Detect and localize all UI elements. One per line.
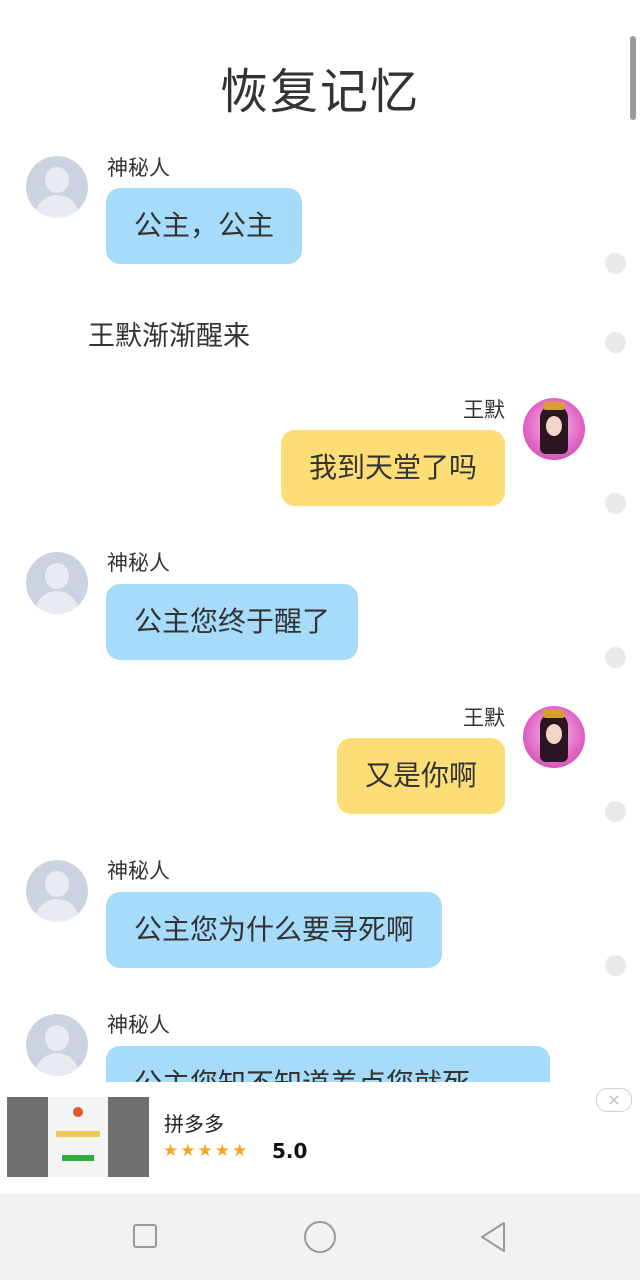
star-rating-icon: ★★★★★ xyxy=(163,1141,250,1161)
speaker-name: 神秘人 xyxy=(107,1013,170,1037)
message-bubble: 我到天堂了吗 xyxy=(280,430,505,506)
narration-text: 王默渐渐醒来 xyxy=(88,321,250,352)
speaker-name: 神秘人 xyxy=(107,551,170,575)
speaker-name: 王默 xyxy=(463,706,505,730)
avatar[interactable] xyxy=(26,860,88,922)
page-title: 恢复记忆 xyxy=(219,64,420,120)
avatar[interactable] xyxy=(523,706,585,768)
action-dot[interactable] xyxy=(605,253,626,274)
message-bubble: 公主您终于醒了 xyxy=(106,584,359,660)
speaker-name: 神秘人 xyxy=(107,156,170,180)
ad-banner[interactable]: 广告 xyxy=(0,1082,640,1194)
action-dot[interactable] xyxy=(605,493,626,514)
chat-area: 恢复记忆 神秘人 公主，公主 王默渐渐醒来 王默 我到天堂了吗 神秘人 公主您终… xyxy=(0,0,640,1082)
speaker-name: 王默 xyxy=(463,398,505,422)
close-icon[interactable]: × xyxy=(596,1088,632,1112)
avatar[interactable] xyxy=(26,156,88,218)
home-icon[interactable] xyxy=(304,1221,336,1253)
message-bubble: 又是你啊 xyxy=(336,738,505,814)
ad-rating: 5.0 xyxy=(272,1139,308,1163)
action-dot[interactable] xyxy=(605,647,626,668)
scrollbar[interactable] xyxy=(630,36,636,120)
message-bubble: 公主您知不知道差点您就死 xyxy=(106,1046,550,1082)
avatar[interactable] xyxy=(26,552,88,614)
back-icon[interactable] xyxy=(478,1220,508,1254)
ad-app-name[interactable]: 拼多多 xyxy=(164,1108,224,1137)
avatar[interactable] xyxy=(523,398,585,460)
speaker-name: 神秘人 xyxy=(107,859,170,883)
message-bubble: 公主您为什么要寻死啊 xyxy=(106,892,443,968)
recent-apps-icon[interactable] xyxy=(133,1224,157,1248)
message-bubble: 公主，公主 xyxy=(106,188,303,264)
action-dot[interactable] xyxy=(605,955,626,976)
avatar[interactable] xyxy=(26,1014,88,1076)
action-dot[interactable] xyxy=(605,332,626,353)
ad-thumbnail[interactable]: 广告 xyxy=(7,1097,149,1177)
action-dot[interactable] xyxy=(605,801,626,822)
